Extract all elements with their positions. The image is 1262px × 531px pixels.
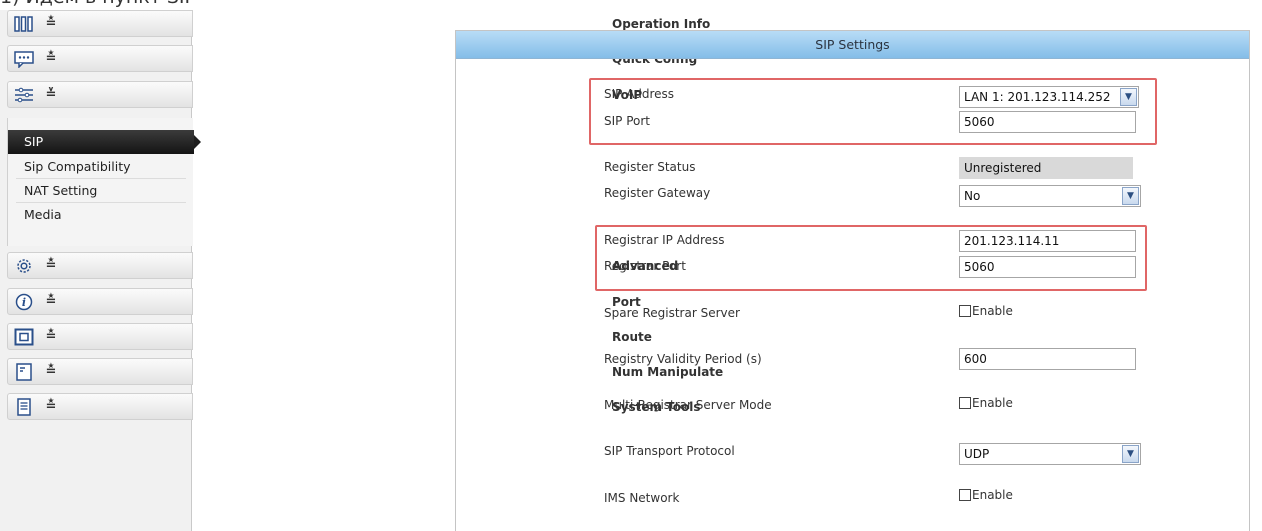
chevron-down-icon: ≛ xyxy=(45,364,57,379)
register-status-value: Unregistered xyxy=(959,157,1133,179)
sidebar-nav: Operation Info ≛ Quick Config ≛ VoIP ≚ S… xyxy=(0,10,723,531)
checkbox-icon[interactable] xyxy=(959,305,971,317)
menu-port[interactable]: i Port ≛ xyxy=(7,288,641,315)
sip-address-label: SIP Address xyxy=(604,87,674,101)
active-pointer-icon xyxy=(194,135,201,149)
checkbox-icon[interactable] xyxy=(959,397,971,409)
bar-chart-icon xyxy=(14,15,34,33)
menu-route[interactable]: Route ≛ xyxy=(7,323,652,350)
chevron-down-icon[interactable]: ▼ xyxy=(1122,445,1139,463)
multi-registrar-checkbox[interactable]: Enable xyxy=(959,396,1013,410)
sidebar-item-media[interactable]: Media xyxy=(16,204,186,227)
panel-title: SIP Settings xyxy=(456,31,1249,59)
sip-address-value: LAN 1: 201.123.114.252 xyxy=(964,90,1111,104)
chevron-down-icon: ≛ xyxy=(45,258,57,273)
caption-text: 1) Идем в пункт SIP xyxy=(0,0,196,10)
menu-system-tools[interactable]: System Tools ≛ xyxy=(7,393,701,420)
registrar-port-label: Registrar Port xyxy=(604,259,686,273)
voip-submenu: SIP Sip Compatibility NAT Setting Media xyxy=(7,118,201,246)
sidebar-item-nat-setting[interactable]: NAT Setting xyxy=(16,180,186,203)
registry-validity-label: Registry Validity Period (s) xyxy=(604,352,762,366)
registry-validity-input[interactable]: 600 xyxy=(959,348,1136,370)
register-status-label: Register Status xyxy=(604,160,696,174)
checkbox-label: Enable xyxy=(972,488,1013,502)
tools-icon xyxy=(14,397,34,416)
ims-network-label: IMS Network xyxy=(604,491,680,505)
chevron-down-icon: ≛ xyxy=(45,294,57,309)
sip-transport-value: UDP xyxy=(964,447,990,461)
sidebar-item-sip-compatibility[interactable]: Sip Compatibility xyxy=(16,156,186,179)
register-gateway-value: No xyxy=(964,189,981,203)
chevron-down-icon: ≛ xyxy=(45,51,57,66)
sidebar-item-sip[interactable]: SIP xyxy=(8,130,194,154)
sip-address-select[interactable]: LAN 1: 201.123.114.252 ▼ xyxy=(959,86,1139,108)
registrar-ip-input[interactable]: 201.123.114.11 xyxy=(959,230,1136,252)
svg-text:i: i xyxy=(22,296,26,309)
chevron-down-icon: ≛ xyxy=(45,399,57,414)
ims-network-checkbox[interactable]: Enable xyxy=(959,488,1013,502)
chevron-down-icon[interactable]: ▼ xyxy=(1122,187,1139,205)
sip-transport-select[interactable]: UDP ▼ xyxy=(959,443,1141,465)
voip-icon xyxy=(14,86,34,104)
chevron-down-icon: ≛ xyxy=(45,329,57,344)
sip-transport-label: SIP Transport Protocol xyxy=(604,444,735,458)
spare-registrar-label: Spare Registrar Server xyxy=(604,306,740,320)
gear-icon xyxy=(14,257,34,275)
sip-port-input[interactable]: 5060 xyxy=(959,111,1136,133)
document-icon xyxy=(14,362,34,381)
chevron-down-icon[interactable]: ▼ xyxy=(1120,88,1137,106)
registrar-port-input[interactable]: 5060 xyxy=(959,256,1136,278)
chat-bubble-icon xyxy=(14,50,34,68)
spare-registrar-checkbox[interactable]: Enable xyxy=(959,304,1013,318)
menu-num-manipulate[interactable]: Num Manipulate ≛ xyxy=(7,358,723,385)
info-icon: i xyxy=(14,293,34,311)
chevron-up-icon: ≚ xyxy=(45,87,57,102)
checkbox-label: Enable xyxy=(972,396,1013,410)
menu-quick-config[interactable]: Quick Config ≛ xyxy=(7,45,697,72)
checkbox-label: Enable xyxy=(972,304,1013,318)
menu-label: Operation Info xyxy=(612,16,711,31)
register-gateway-label: Register Gateway xyxy=(604,186,711,200)
registrar-ip-label: Registrar IP Address xyxy=(604,233,725,247)
menu-advanced[interactable]: Advanced ≛ xyxy=(7,252,678,279)
sip-port-label: SIP Port xyxy=(604,114,650,128)
register-gateway-select[interactable]: No ▼ xyxy=(959,185,1141,207)
menu-voip[interactable]: VoIP ≚ xyxy=(7,81,642,108)
menu-operation-info[interactable]: Operation Info ≛ xyxy=(7,10,710,37)
chevron-down-icon: ≛ xyxy=(45,16,57,31)
route-icon xyxy=(14,328,34,346)
multi-registrar-label: Multi-Registrar Server Mode xyxy=(604,398,772,412)
checkbox-icon[interactable] xyxy=(959,489,971,501)
